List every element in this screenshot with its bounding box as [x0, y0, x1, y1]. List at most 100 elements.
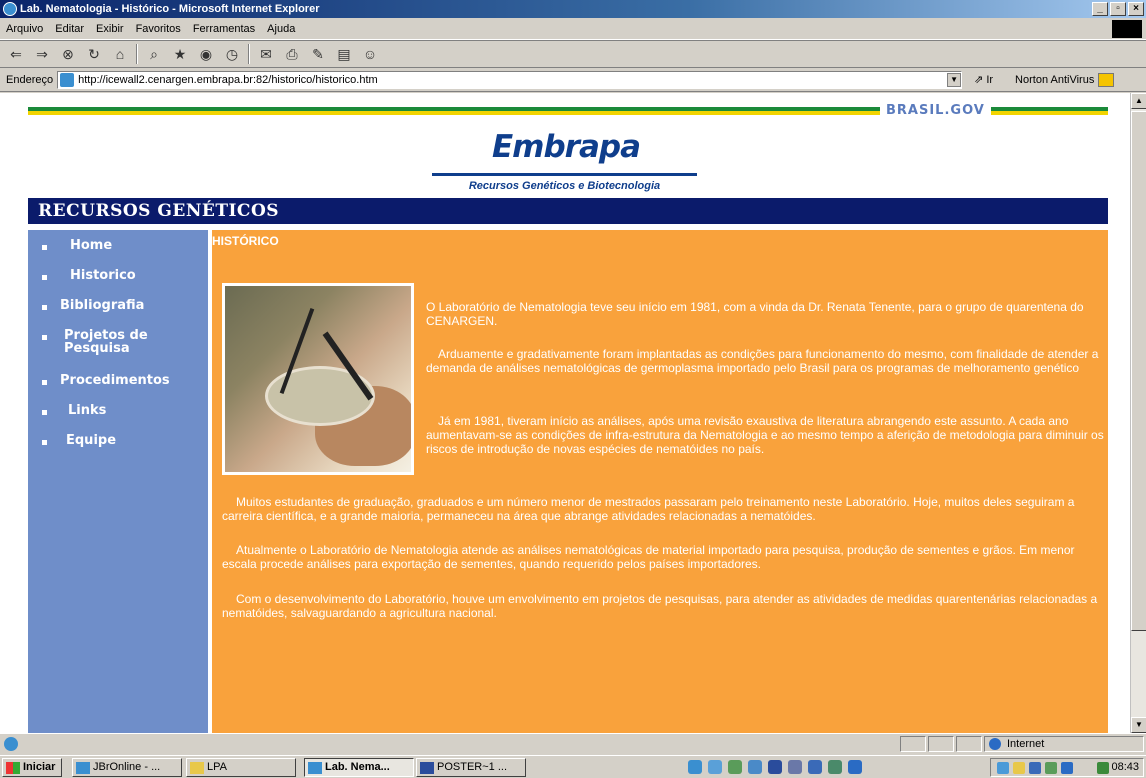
media-icon[interactable]: ◉ — [196, 44, 216, 64]
start-label: Iniciar — [23, 761, 56, 773]
mail-icon[interactable] — [788, 760, 802, 774]
sidebar-nav: Home Historico Bibliografia Projetos de … — [28, 230, 208, 733]
sidebar-item-projetos[interactable]: Projetos de Pesquisa — [28, 325, 208, 361]
desktop-icon[interactable] — [728, 760, 742, 774]
menu-ajuda[interactable]: Ajuda — [267, 23, 295, 35]
paragraph: Com o desenvolvimento do Laboratório, ho… — [222, 592, 1098, 620]
task-lpa[interactable]: LPA — [186, 758, 296, 777]
chevron-down-icon[interactable]: ▼ — [947, 72, 962, 87]
lab-photo — [222, 283, 414, 475]
search-icon[interactable]: ⌕ — [144, 44, 164, 64]
tool-icon[interactable] — [768, 760, 782, 774]
go-label: Ir — [986, 73, 994, 86]
vertical-scrollbar[interactable]: ▲ ▼ — [1130, 93, 1146, 733]
task-poster[interactable]: POSTER~1 ... — [416, 758, 526, 777]
ie-icon[interactable] — [688, 760, 702, 774]
menu-favoritos[interactable]: Favoritos — [136, 23, 181, 35]
sidebar-item-home[interactable]: Home — [28, 235, 208, 263]
system-tray: 08:43 — [990, 758, 1144, 777]
sidebar-item-procedimentos[interactable]: Procedimentos — [28, 370, 208, 398]
tray-icon[interactable] — [1061, 762, 1073, 774]
tray-icon[interactable] — [1013, 762, 1025, 774]
sidebar-item-label: Home — [70, 238, 113, 253]
brasil-gov-label[interactable]: BRASIL.GOV — [880, 103, 991, 118]
minimize-button[interactable]: _ — [1092, 2, 1108, 16]
discuss-icon[interactable]: ▤ — [334, 44, 354, 64]
menu-arquivo[interactable]: Arquivo — [6, 23, 43, 35]
address-label: Endereço — [6, 73, 54, 86]
task-label: JBrOnline - ... — [93, 761, 161, 773]
clock[interactable]: 08:43 — [1111, 759, 1139, 776]
bullet-icon — [42, 275, 47, 280]
task-jbronline[interactable]: JBrOnline - ... — [72, 758, 182, 777]
favorites-icon[interactable]: ★ — [170, 44, 190, 64]
status-cell — [956, 736, 982, 752]
history-icon[interactable]: ◷ — [222, 44, 242, 64]
task-lab-nema[interactable]: Lab. Nema... — [304, 758, 414, 777]
messenger-icon[interactable]: ☺ — [360, 44, 380, 64]
page-icon — [60, 72, 75, 87]
menu-exibir[interactable]: Exibir — [96, 23, 124, 35]
back-icon[interactable]: ⇐ — [6, 44, 26, 64]
app-icon[interactable] — [808, 760, 822, 774]
messenger-icon[interactable] — [848, 760, 862, 774]
task-label: LPA — [207, 761, 227, 773]
globe-icon — [989, 738, 1001, 750]
menu-ferramentas[interactable]: Ferramentas — [193, 23, 255, 35]
task-label: POSTER~1 ... — [437, 761, 507, 773]
windows-flag-icon — [6, 762, 20, 774]
status-cell — [900, 736, 926, 752]
bullet-icon — [42, 410, 47, 415]
sidebar-item-links[interactable]: Links — [28, 400, 208, 428]
outlook-icon[interactable] — [708, 760, 722, 774]
scroll-up-icon[interactable]: ▲ — [1131, 93, 1146, 109]
sidebar-item-label: Projetos de Pesquisa — [64, 328, 148, 356]
maximize-button[interactable]: ▫ — [1110, 2, 1126, 16]
logo-wordmark: Embrapa — [492, 129, 641, 165]
menu-editar[interactable]: Editar — [55, 23, 84, 35]
go-button[interactable]: ⇗ Ir — [974, 73, 994, 87]
tray-icon[interactable] — [997, 762, 1009, 774]
norton-button[interactable]: Norton AntiVirus — [1015, 72, 1115, 87]
paragraph: Arduamente e gradativamente foram implan… — [426, 347, 1099, 375]
sidebar-item-bibliografia[interactable]: Bibliografia — [28, 295, 208, 323]
mail-icon[interactable]: ✉ — [256, 44, 276, 64]
scroll-thumb[interactable] — [1131, 111, 1146, 631]
scroll-down-icon[interactable]: ▼ — [1131, 717, 1146, 733]
ie-icon — [308, 762, 322, 774]
tray-icon[interactable] — [1029, 762, 1041, 774]
tray-icon[interactable] — [1097, 762, 1109, 774]
print-icon[interactable]: ⎙ — [282, 44, 302, 64]
forward-icon[interactable]: ⇒ — [32, 44, 52, 64]
toolbar: ⇐ ⇒ ⊗ ↻ ⌂ ⌕ ★ ◉ ◷ ✉ ⎙ ✎ ▤ ☺ — [0, 40, 1146, 68]
edit-icon[interactable]: ✎ — [308, 44, 328, 64]
sidebar-item-equipe[interactable]: Equipe — [28, 430, 208, 458]
start-button[interactable]: Iniciar — [2, 758, 62, 777]
security-zone: Internet — [984, 736, 1144, 752]
stop-icon[interactable]: ⊗ — [58, 44, 78, 64]
norton-icon — [1098, 72, 1115, 87]
embrapa-logo[interactable]: Embrapa Recursos Genéticos e Biotecnolog… — [432, 123, 697, 198]
bullet-icon — [42, 380, 47, 385]
address-url[interactable]: http://icewall2.cenargen.embrapa.br:82/h… — [78, 74, 943, 86]
norton-label: Norton AntiVirus — [1015, 73, 1095, 86]
close-button[interactable]: × — [1128, 2, 1144, 16]
sidebar-item-historico[interactable]: Historico — [28, 265, 208, 293]
app-icon[interactable] — [828, 760, 842, 774]
paragraph: O Laboratório de Nematologia teve seu in… — [426, 300, 1084, 328]
sidebar-item-label: Bibliografia — [60, 298, 145, 313]
home-icon[interactable]: ⌂ — [110, 44, 130, 64]
bullet-icon — [42, 440, 47, 445]
sidebar-item-label: Links — [68, 403, 107, 418]
refresh-icon[interactable]: ↻ — [84, 44, 104, 64]
sidebar-item-label: Equipe — [66, 433, 117, 448]
address-input[interactable]: http://icewall2.cenargen.embrapa.br:82/h… — [57, 70, 963, 89]
media-icon[interactable] — [748, 760, 762, 774]
go-arrow-icon: ⇗ — [974, 74, 984, 86]
sidebar-item-label: Procedimentos — [60, 373, 170, 388]
zone-label: Internet — [1007, 738, 1045, 750]
ie-icon — [76, 762, 90, 774]
toolbar-separator — [248, 44, 250, 64]
section-title: RECURSOS GENÉTICOS — [28, 198, 1108, 224]
tray-icon[interactable] — [1045, 762, 1057, 774]
